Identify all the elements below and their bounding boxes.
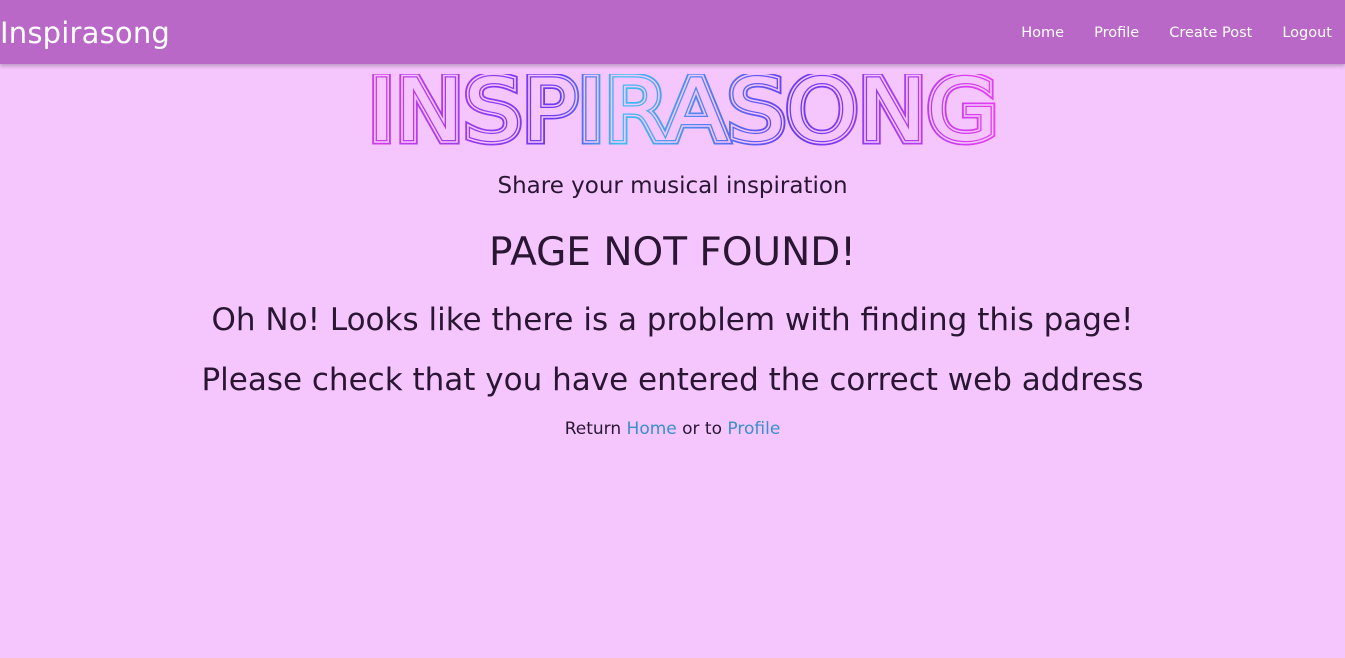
page-not-found-title: PAGE NOT FOUND! [489, 230, 856, 275]
logo-text: INSPIRASONG [368, 74, 998, 146]
nav-profile-link[interactable]: Profile [1094, 23, 1139, 43]
nav-home-link[interactable]: Home [1021, 23, 1064, 43]
inspirasong-logo: INSPIRASONG INSPIRASONG INSPIRASONG INSP… [366, 74, 1000, 146]
return-prefix: Return [564, 419, 622, 439]
error-instructions: Please check that you have entered the c… [201, 362, 1144, 398]
return-links: Return Home or to Profile [0, 418, 1345, 440]
return-profile-link[interactable]: Profile [727, 419, 780, 439]
return-middle-text: or to [682, 419, 723, 439]
top-navbar: Inspirasong Home Profile Create Post Log… [0, 0, 1345, 64]
nav-links: Home Profile Create Post Logout [991, 23, 1332, 43]
error-message: Oh No! Looks like there is a problem wit… [211, 302, 1134, 338]
tagline: Share your musical inspiration [497, 173, 848, 199]
brand-link[interactable]: Inspirasong [0, 15, 170, 51]
nav-create-post-link[interactable]: Create Post [1169, 23, 1252, 43]
return-home-link[interactable]: Home [627, 419, 677, 439]
nav-logout-link[interactable]: Logout [1282, 23, 1332, 43]
